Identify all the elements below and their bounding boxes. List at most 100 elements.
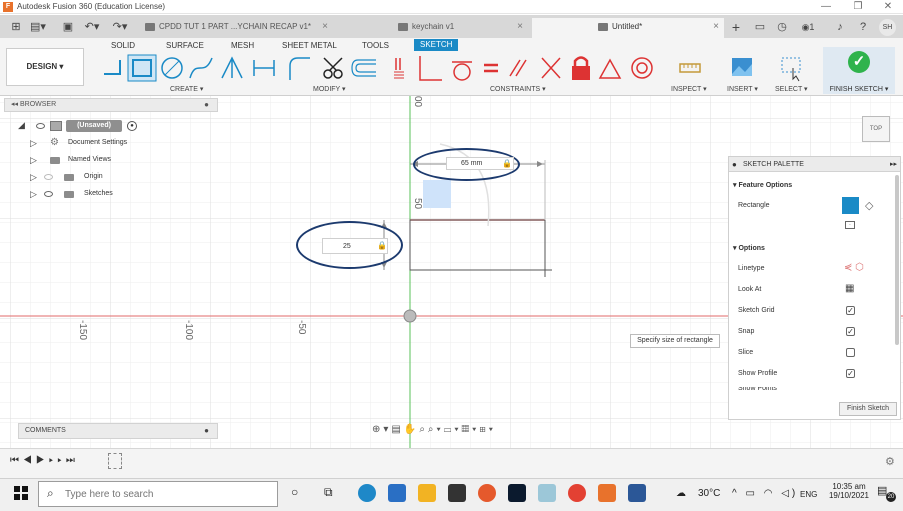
display-settings-icon[interactable]: ▭▾ <box>444 424 462 435</box>
workspace-design-button[interactable]: DESIGN ▾ <box>6 48 84 86</box>
step-forward-icon[interactable]: ▸▸ <box>49 455 66 466</box>
measure-icon[interactable] <box>678 54 702 82</box>
palette-pin-icon[interactable]: ● <box>732 157 737 172</box>
input-language[interactable]: ENG <box>800 490 817 499</box>
hatch-icon[interactable] <box>394 58 404 79</box>
center-rectangle-icon[interactable]: · <box>845 221 855 229</box>
lock-icon[interactable]: 🔒 <box>377 241 387 250</box>
height-dimension-input[interactable]: 25 🔒 <box>322 238 388 254</box>
comments-pin-icon[interactable]: ● <box>204 424 209 438</box>
minimize-icon[interactable]: — <box>814 0 838 14</box>
look-at-icon[interactable]: ▦ <box>845 283 854 294</box>
tab-close-icon[interactable]: × <box>517 18 523 36</box>
root-component[interactable]: (Unsaved) <box>66 120 122 132</box>
firefox-icon[interactable] <box>478 484 496 502</box>
tab-solid[interactable]: SOLID <box>111 41 135 50</box>
visibility-eye-icon[interactable] <box>44 174 53 180</box>
taskbar-search[interactable]: ⌕ <box>38 481 278 507</box>
tab-close-icon[interactable]: × <box>322 18 328 36</box>
temperature[interactable]: 30°C <box>698 488 720 499</box>
orbit-icon[interactable]: ⊕▾ <box>372 424 391 435</box>
expand-arrow-icon[interactable]: ▷ <box>30 153 37 167</box>
tab-sketch[interactable]: SKETCH <box>414 39 459 51</box>
linetype-icon[interactable]: ⋞ ⬡ <box>844 262 864 273</box>
file-explorer-icon[interactable] <box>418 484 436 502</box>
clock[interactable]: 10:35 am 19/10/2021 <box>826 482 872 500</box>
spline-tool-icon[interactable] <box>189 57 213 79</box>
options-section[interactable]: ▾ Options <box>733 244 765 252</box>
tab-sheet-metal[interactable]: SHEET METAL <box>282 41 337 50</box>
two-point-rectangle-icon[interactable] <box>842 197 859 214</box>
file-menu-icon[interactable]: ▤▾ <box>30 19 46 35</box>
visibility-eye-icon[interactable] <box>36 123 45 129</box>
fusion-taskbar-icon[interactable] <box>598 484 616 502</box>
tab-untitled[interactable]: Untitled* × <box>532 18 724 38</box>
tab-cpdd-tut[interactable]: CPDD TUT 1 PART ...YCHAIN RECAP v1* × <box>145 18 333 38</box>
constraints-menu[interactable]: CONSTRAINTS ▾ <box>490 85 546 93</box>
browser-header[interactable]: ◂◂ BROWSER ● <box>4 98 218 112</box>
dropbox-icon[interactable] <box>508 484 526 502</box>
notification-center-icon[interactable]: ▤ 20 <box>877 484 896 502</box>
play-icon[interactable]: ▶ <box>36 455 49 466</box>
step-back-icon[interactable]: ◀ <box>23 455 36 466</box>
tree-item-sketches[interactable]: ▷ Sketches <box>30 187 210 201</box>
tree-item-document-settings[interactable]: ▷ ⚙ Document Settings <box>30 136 210 150</box>
jobs-status-icon[interactable]: ◷ <box>774 19 790 35</box>
restore-icon[interactable]: ❐ <box>846 0 870 14</box>
fit-icon[interactable]: ⌕▾ <box>428 424 444 435</box>
task-view-icon[interactable]: ⧉ <box>324 485 333 500</box>
activate-radio-icon[interactable]: ● <box>127 121 137 131</box>
fix-lock-icon[interactable] <box>572 56 590 81</box>
zoom-icon[interactable]: ⌕ <box>419 424 428 435</box>
expand-arrow-icon[interactable]: ▷ <box>30 136 37 150</box>
tree-item-origin[interactable]: ▷ Origin <box>30 170 210 184</box>
select-window-icon[interactable] <box>780 54 802 82</box>
avatar[interactable]: SH <box>879 19 896 36</box>
finish-sketch-palette-button[interactable]: Finish Sketch <box>839 402 897 416</box>
viewports-icon[interactable]: ⊞▾ <box>479 424 496 435</box>
rectangle-tool-icon[interactable] <box>127 54 157 82</box>
snap-checkbox[interactable]: ✓ <box>846 327 855 336</box>
trim-scissors-icon[interactable] <box>323 57 343 79</box>
weather-icon[interactable]: ☁ <box>676 488 686 499</box>
amazon-app-icon[interactable] <box>538 484 556 502</box>
tangent-constraint-icon[interactable] <box>452 61 472 81</box>
lock-icon[interactable]: 🔒 <box>502 159 512 168</box>
tree-item-named-views[interactable]: ▷ Named Views <box>30 153 210 167</box>
inspect-menu[interactable]: INSPECT ▾ <box>671 85 707 93</box>
slice-checkbox[interactable] <box>846 348 855 357</box>
palette-scrollbar[interactable] <box>895 175 899 345</box>
insert-image-icon[interactable] <box>731 54 753 82</box>
save-icon[interactable]: ▣ <box>60 19 76 35</box>
expand-panel-icon[interactable]: ▸▸ <box>890 157 897 172</box>
timeline-marker-icon[interactable] <box>108 453 122 469</box>
fillet-tool-icon[interactable] <box>289 57 310 80</box>
offset-tool-icon[interactable] <box>351 59 376 77</box>
coincident-constraint-icon[interactable] <box>419 56 442 81</box>
expand-arrow-icon[interactable]: ▷ <box>30 170 37 184</box>
undo-icon[interactable]: ↶▾ <box>84 19 100 35</box>
data-panel-grid-icon[interactable]: ⊞ <box>8 19 24 35</box>
grid-settings-icon[interactable]: ▦▾ <box>462 424 480 435</box>
bell-icon[interactable]: ♪ <box>832 19 848 35</box>
parallel-constraint-icon[interactable] <box>509 59 527 77</box>
redo-icon[interactable]: ↷▾ <box>112 19 128 35</box>
viewcube[interactable]: TOP <box>862 116 890 142</box>
look-icon[interactable]: ▤ <box>391 424 403 435</box>
new-tab-icon[interactable]: + <box>728 19 744 35</box>
concentric-constraint-icon[interactable] <box>631 57 653 79</box>
three-point-rectangle-icon[interactable]: ◇ <box>865 199 873 212</box>
collapse-icon[interactable]: ◂◂ <box>11 101 18 108</box>
create-menu[interactable]: CREATE ▾ <box>170 85 203 93</box>
tab-keychain[interactable]: keychain v1 × <box>398 18 528 38</box>
select-menu[interactable]: SELECT ▾ <box>775 85 808 93</box>
cortana-icon[interactable]: ○ <box>291 485 298 499</box>
feature-options-section[interactable]: ▾ Feature Options <box>733 181 792 189</box>
sketch-palette-header[interactable]: ● SKETCH PALETTE ▸▸ <box>729 157 900 172</box>
tab-surface[interactable]: SURFACE <box>166 41 204 50</box>
pin-icon[interactable]: ● <box>204 99 209 111</box>
circle-tool-icon[interactable] <box>161 57 183 79</box>
line-tool-icon[interactable] <box>104 60 121 75</box>
tab-tools[interactable]: TOOLS <box>362 41 389 50</box>
pan-hand-icon[interactable]: ✋ <box>404 424 419 435</box>
